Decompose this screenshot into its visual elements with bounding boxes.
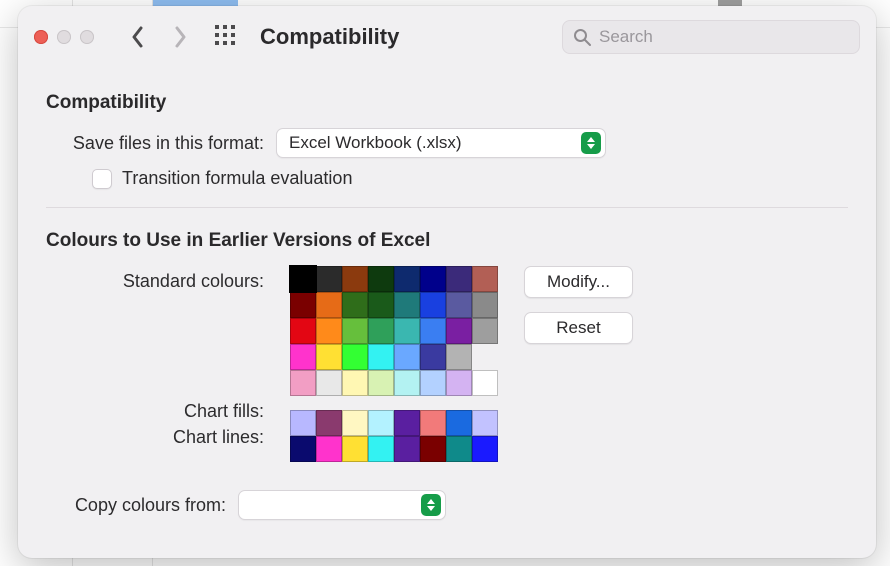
- search-icon: [573, 28, 591, 46]
- color-swatch[interactable]: [368, 370, 394, 396]
- color-swatch[interactable]: [472, 266, 498, 292]
- save-format-select[interactable]: Excel Workbook (.xlsx): [276, 128, 606, 158]
- color-swatch[interactable]: [472, 410, 498, 436]
- select-stepper-icon: [581, 132, 601, 154]
- color-swatch[interactable]: [316, 318, 342, 344]
- color-swatch[interactable]: [394, 292, 420, 318]
- window-title: Compatibility: [260, 24, 399, 50]
- color-swatch[interactable]: [342, 436, 368, 462]
- content-area: Compatibility Save files in this format:…: [18, 68, 876, 520]
- color-swatch[interactable]: [420, 410, 446, 436]
- color-swatch[interactable]: [316, 436, 342, 462]
- color-swatch[interactable]: [290, 436, 316, 462]
- color-swatch[interactable]: [290, 410, 316, 436]
- color-swatch[interactable]: [394, 410, 420, 436]
- preferences-dialog: Compatibility Compatibility Save files i…: [18, 6, 876, 558]
- section-compatibility-title: Compatibility: [46, 92, 848, 114]
- color-swatch[interactable]: [368, 318, 394, 344]
- color-swatch[interactable]: [446, 266, 472, 292]
- color-swatch[interactable]: [420, 436, 446, 462]
- color-swatch[interactable]: [420, 344, 446, 370]
- color-swatch[interactable]: [342, 344, 368, 370]
- color-swatch[interactable]: [446, 318, 472, 344]
- grid-icon: [214, 24, 236, 46]
- color-swatch[interactable]: [446, 370, 472, 396]
- color-swatch[interactable]: [342, 318, 368, 344]
- reset-button[interactable]: Reset: [524, 312, 633, 344]
- color-swatch[interactable]: [290, 370, 316, 396]
- color-swatch[interactable]: [446, 410, 472, 436]
- modify-button[interactable]: Modify...: [524, 266, 633, 298]
- save-format-value: Excel Workbook (.xlsx): [289, 133, 462, 153]
- zoom-window-button[interactable]: [80, 30, 94, 44]
- select-stepper-icon: [421, 494, 441, 516]
- color-swatch[interactable]: [316, 344, 342, 370]
- chevron-left-icon: [131, 26, 145, 48]
- color-swatch[interactable]: [316, 410, 342, 436]
- color-swatch[interactable]: [342, 370, 368, 396]
- color-swatch[interactable]: [446, 292, 472, 318]
- color-swatch[interactable]: [290, 266, 316, 292]
- back-button[interactable]: [124, 23, 152, 51]
- color-swatch[interactable]: [368, 436, 394, 462]
- chartlines-swatch-grid: [290, 436, 498, 462]
- color-swatch[interactable]: [420, 318, 446, 344]
- colors-area: Standard colours: Chart fills: Chart lin…: [46, 266, 848, 462]
- color-swatch[interactable]: [394, 344, 420, 370]
- color-swatch[interactable]: [368, 344, 394, 370]
- color-swatch[interactable]: [394, 266, 420, 292]
- chart-fills-label: Chart fills:: [46, 398, 264, 424]
- color-swatch[interactable]: [290, 292, 316, 318]
- color-swatch[interactable]: [290, 344, 316, 370]
- color-swatch[interactable]: [472, 436, 498, 462]
- color-swatch[interactable]: [420, 292, 446, 318]
- chartfills-swatch-grid: [290, 410, 498, 436]
- color-swatch[interactable]: [290, 318, 316, 344]
- color-swatch[interactable]: [446, 344, 472, 370]
- color-swatch[interactable]: [316, 266, 342, 292]
- standard-colors-label: Standard colours:: [46, 268, 264, 294]
- section-colors-title: Colours to Use in Earlier Versions of Ex…: [46, 230, 848, 252]
- color-swatch[interactable]: [368, 410, 394, 436]
- color-swatch[interactable]: [472, 370, 498, 396]
- transition-checkbox[interactable]: [92, 169, 112, 189]
- color-swatch[interactable]: [446, 436, 472, 462]
- copy-colors-row: Copy colours from:: [46, 490, 848, 520]
- chevron-right-icon: [173, 26, 187, 48]
- titlebar: Compatibility: [18, 6, 876, 68]
- color-swatch[interactable]: [368, 292, 394, 318]
- close-window-button[interactable]: [34, 30, 48, 44]
- window-controls: [34, 30, 94, 44]
- color-swatch[interactable]: [342, 410, 368, 436]
- color-swatch[interactable]: [342, 292, 368, 318]
- color-swatch[interactable]: [368, 266, 394, 292]
- standard-swatch-grid: [290, 266, 498, 396]
- forward-button[interactable]: [166, 23, 194, 51]
- search-input[interactable]: [599, 27, 849, 47]
- swatch-column: [290, 266, 498, 462]
- copy-colors-select[interactable]: [238, 490, 446, 520]
- color-labels-column: Standard colours: Chart fills: Chart lin…: [46, 266, 264, 450]
- copy-colors-label: Copy colours from:: [46, 495, 226, 516]
- chart-lines-label: Chart lines:: [46, 424, 264, 450]
- color-swatch[interactable]: [420, 370, 446, 396]
- color-swatch[interactable]: [316, 292, 342, 318]
- save-format-row: Save files in this format: Excel Workboo…: [46, 128, 848, 158]
- minimize-window-button[interactable]: [57, 30, 71, 44]
- color-swatch[interactable]: [394, 370, 420, 396]
- separator: [46, 207, 848, 208]
- color-swatch[interactable]: [472, 292, 498, 318]
- color-swatch[interactable]: [394, 436, 420, 462]
- transition-row: Transition formula evaluation: [46, 168, 848, 189]
- search-field[interactable]: [562, 20, 860, 54]
- color-swatch[interactable]: [316, 370, 342, 396]
- color-swatch[interactable]: [472, 318, 498, 344]
- color-buttons-column: Modify... Reset: [524, 266, 633, 344]
- show-all-prefs-button[interactable]: [214, 24, 236, 51]
- color-swatch[interactable]: [394, 318, 420, 344]
- color-swatch[interactable]: [342, 266, 368, 292]
- color-swatch[interactable]: [420, 266, 446, 292]
- transition-label: Transition formula evaluation: [122, 168, 352, 189]
- save-format-label: Save files in this format:: [46, 133, 264, 154]
